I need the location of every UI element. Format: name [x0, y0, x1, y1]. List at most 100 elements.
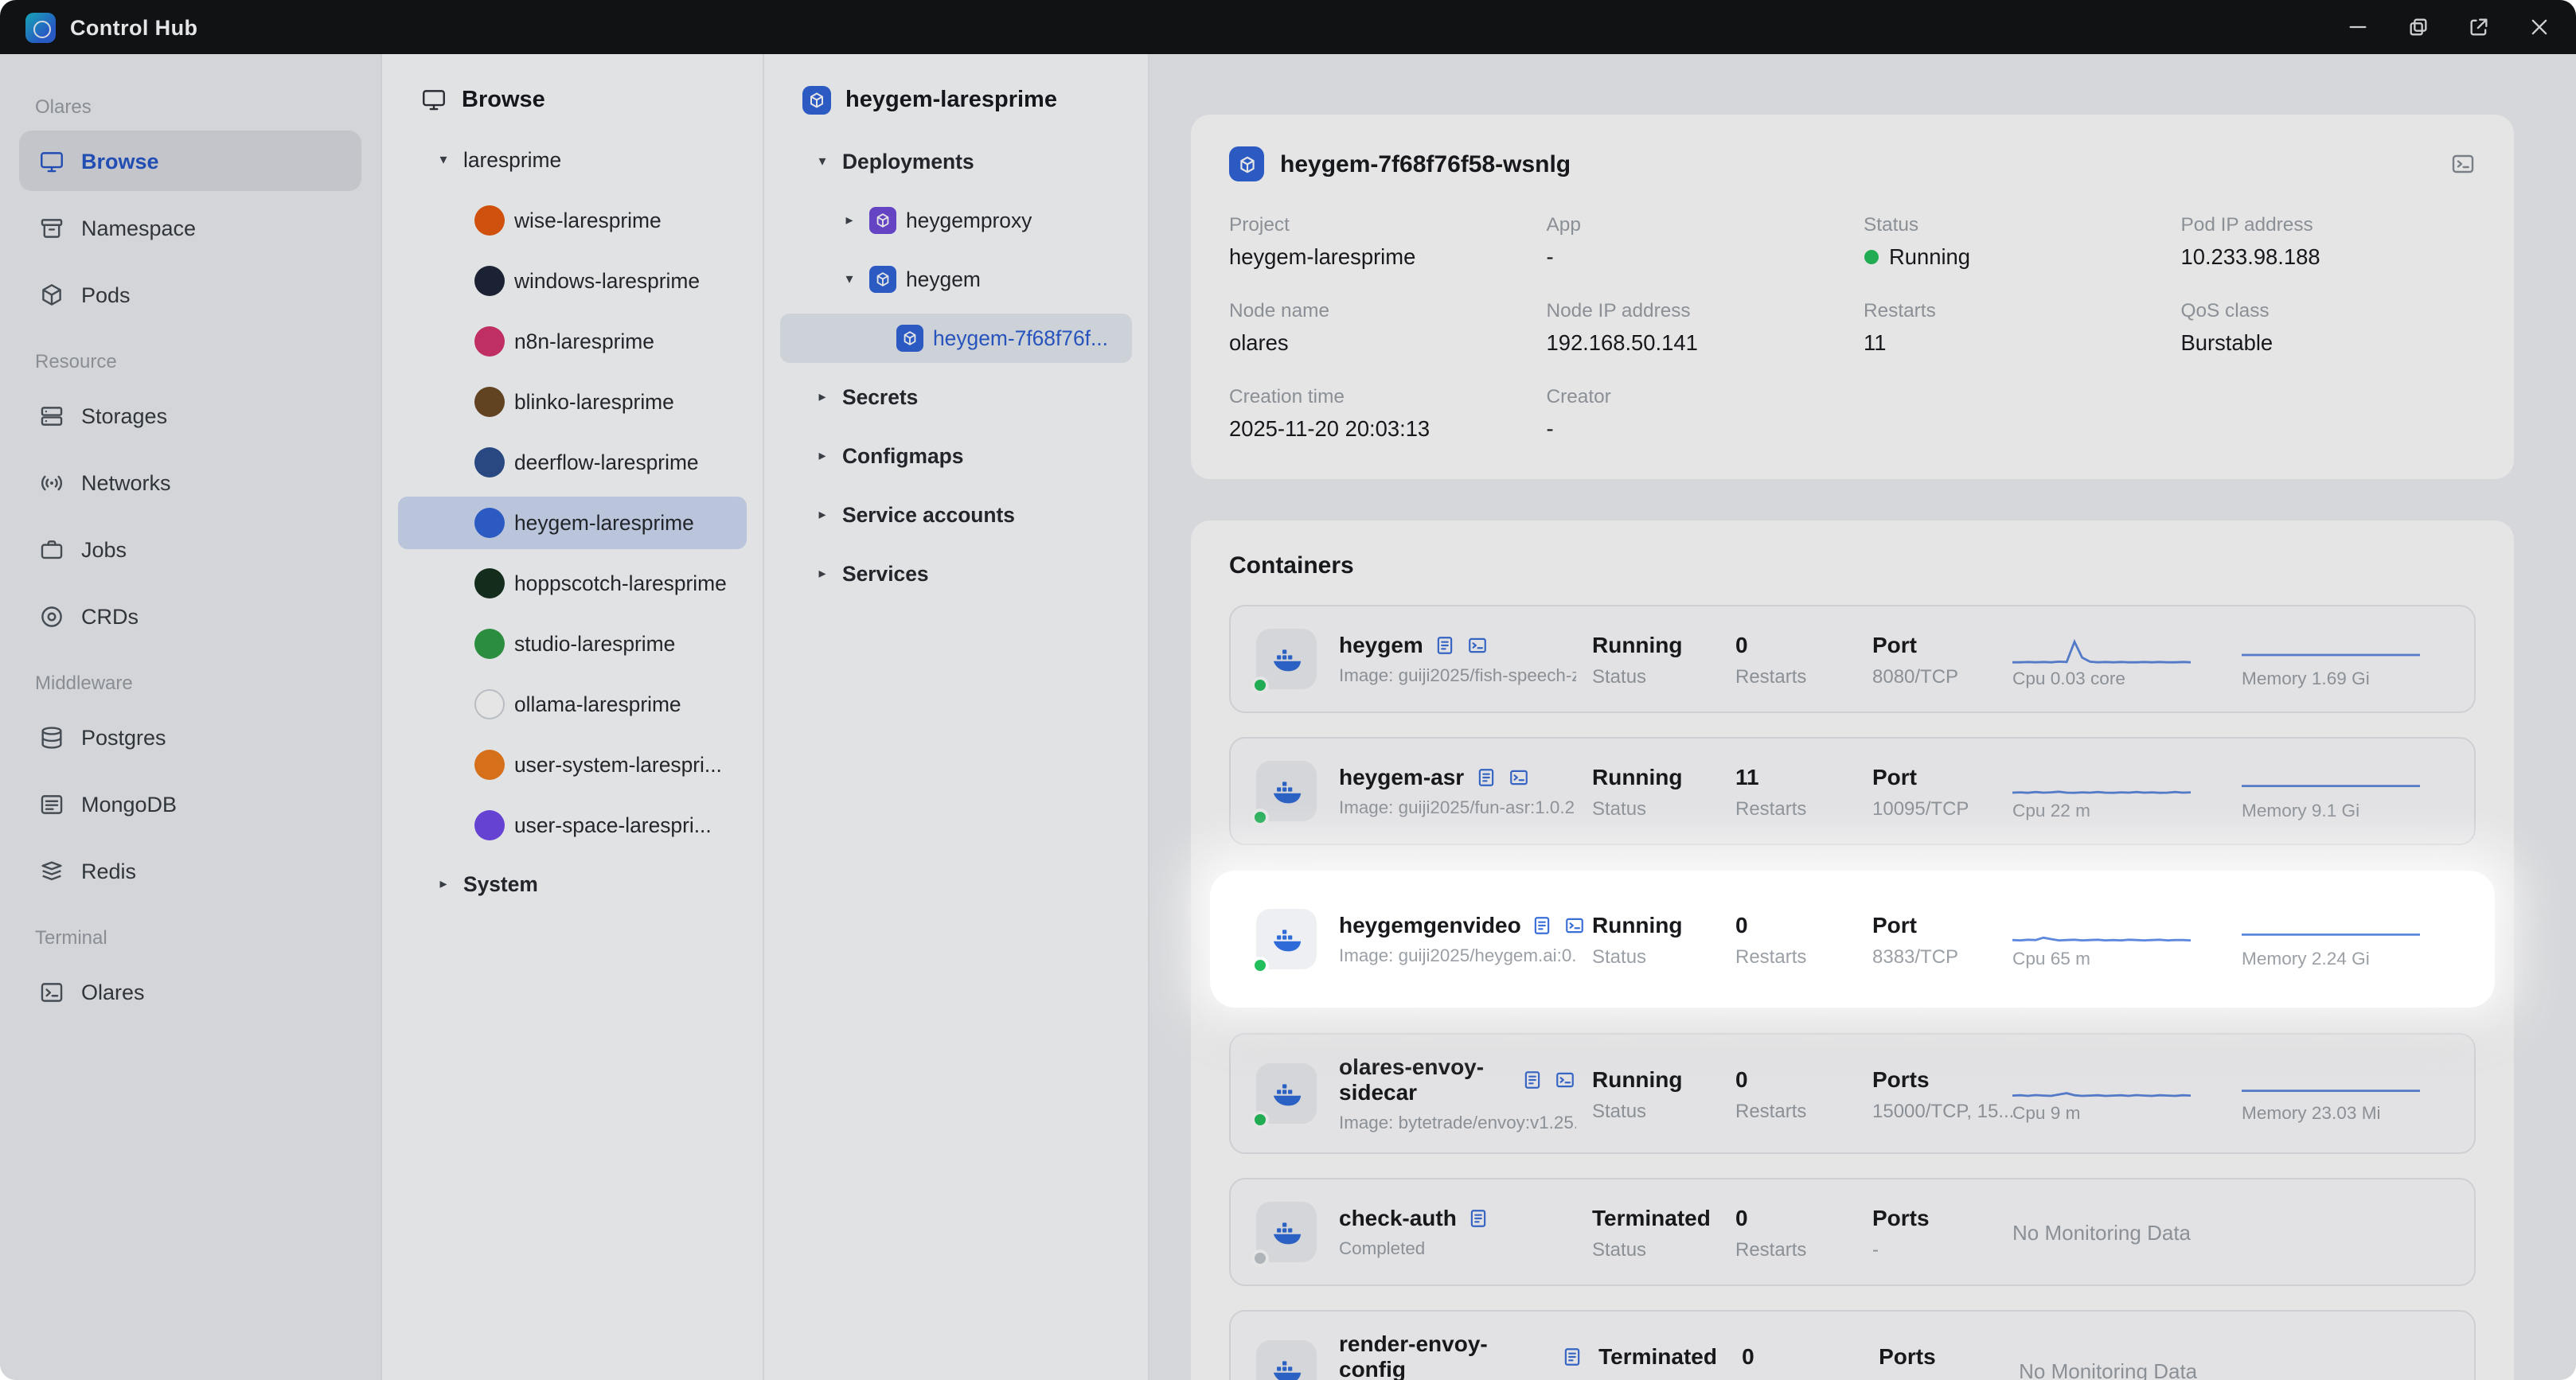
- app-tree-item[interactable]: blinko-laresprime: [398, 376, 747, 428]
- log-icon[interactable]: [1434, 634, 1455, 655]
- container-memory-label: Memory 23.03 Mi: [2242, 1104, 2381, 1123]
- resource-tree-item[interactable]: heygem-7f68f76f...: [780, 314, 1132, 363]
- sidebar-item-label: CRDs: [81, 604, 139, 628]
- log-icon[interactable]: [1475, 766, 1496, 787]
- app-tree-item[interactable]: heygem-laresprime: [398, 497, 747, 549]
- app-tree-item[interactable]: user-space-larespri...: [398, 799, 747, 852]
- app-tree-item[interactable]: user-system-larespri...: [398, 739, 747, 791]
- terminal-icon[interactable]: [1564, 914, 1587, 935]
- caret-icon[interactable]: ▸: [812, 447, 833, 465]
- app-tree-item[interactable]: n8n-laresprime: [398, 315, 747, 368]
- caret-icon[interactable]: ▸: [839, 212, 860, 229]
- resource-tree-item[interactable]: ▾ heygem: [780, 255, 1132, 304]
- resource-tree-item[interactable]: ▸ Configmaps: [780, 431, 1132, 481]
- container-row[interactable]: heygem Image: guiji2025/fish-speech-zimi…: [1229, 605, 2476, 713]
- container-row[interactable]: render-envoy-config Completed: [1229, 1310, 2476, 1380]
- window-controls: [2347, 16, 2551, 38]
- caret-icon[interactable]: ▸: [812, 565, 833, 583]
- sidebar-item[interactable]: MongoDB: [19, 774, 361, 834]
- field-label: Creation time: [1229, 385, 1345, 407]
- container-restarts: 11: [1735, 763, 1759, 789]
- app-tree-item[interactable]: wise-laresprime: [398, 194, 747, 247]
- caret-down-icon[interactable]: ▾: [433, 151, 454, 169]
- console-icon[interactable]: [2450, 151, 2476, 177]
- sidebar-item[interactable]: Olares: [19, 961, 361, 1022]
- pod-icon: [1229, 146, 1264, 181]
- field-label: Creator: [1546, 385, 1611, 407]
- resource-panel-title: heygem-laresprime: [845, 88, 1057, 113]
- app-label: n8n-laresprime: [514, 329, 654, 353]
- container-status-dot: [1251, 957, 1269, 974]
- resource-tree-label: heygemproxy: [906, 209, 1032, 232]
- namespace-tree-toggle[interactable]: ▾ laresprime: [398, 135, 747, 185]
- resource-tree-item[interactable]: ▾ Deployments: [780, 137, 1132, 186]
- caret-icon[interactable]: ▸: [812, 506, 833, 524]
- resource-tree-item[interactable]: ▸ Services: [780, 549, 1132, 598]
- resource-tree-item[interactable]: ▸ heygemproxy: [780, 196, 1132, 245]
- app-tree-item[interactable]: deerflow-laresprime: [398, 436, 747, 489]
- containers-title: Containers: [1229, 552, 1354, 579]
- caret-icon[interactable]: ▾: [812, 153, 833, 170]
- sidebar-section-items: Browse Namespace Pods: [19, 131, 361, 325]
- log-icon[interactable]: [1532, 914, 1553, 935]
- app-icon: [474, 508, 505, 538]
- log-icon[interactable]: [1562, 1346, 1583, 1366]
- container-name-block: heygem Image: guiji2025/fish-speech-zimi…: [1339, 632, 1592, 686]
- sidebar-item[interactable]: Storages: [19, 385, 361, 446]
- field-value: -: [1547, 245, 1842, 269]
- app-tree-item[interactable]: hoppscotch-laresprime: [398, 557, 747, 610]
- field-value: 10.233.98.188: [2181, 245, 2476, 269]
- minimize-button[interactable]: [2347, 16, 2369, 38]
- pod-title: heygem-7f68f76f58-wsnlg: [1280, 150, 1571, 177]
- open-external-icon: [2470, 18, 2488, 36]
- sidebar-item[interactable]: Postgres: [19, 707, 361, 767]
- app-logo-icon: [25, 12, 56, 42]
- container-row[interactable]: heygem-asr Image: guiji2025/fun-asr:1.0.…: [1229, 737, 2476, 845]
- app-tree-item[interactable]: windows-laresprime: [398, 255, 747, 307]
- container-status: Running: [1592, 631, 1683, 657]
- container-icon: [1251, 629, 1317, 694]
- open-external-button[interactable]: [2468, 16, 2490, 38]
- sidebar-item[interactable]: Redis: [19, 840, 361, 901]
- containers-card: Containers heygem Image: guiji2025/fish-…: [1191, 520, 2514, 1380]
- terminal-icon[interactable]: [1554, 1069, 1576, 1090]
- container-restarts: 0: [1735, 631, 1748, 657]
- detail-field: Project heygem-laresprime: [1229, 213, 1524, 269]
- log-icon[interactable]: [1522, 1069, 1543, 1090]
- close-button[interactable]: [2528, 16, 2551, 38]
- sidebar-item[interactable]: Browse: [19, 131, 361, 191]
- app-tree-item[interactable]: studio-laresprime: [398, 618, 747, 670]
- container-row[interactable]: check-auth Completed Terminated Status 0…: [1229, 1178, 2476, 1286]
- namespace-icon: [38, 214, 65, 241]
- caret-icon[interactable]: ▾: [839, 271, 860, 288]
- container-row[interactable]: olares-envoy-sidecar Image: bytetrade/en…: [1229, 1033, 2476, 1154]
- sidebar-item[interactable]: Networks: [19, 452, 361, 513]
- system-tree-toggle[interactable]: ▸ System: [398, 860, 747, 909]
- container-status-col: Running Status: [1592, 1066, 1735, 1121]
- resource-tree-item[interactable]: ▸ Secrets: [780, 372, 1132, 422]
- container-restarts-col: 11 Restarts: [1735, 763, 1872, 819]
- app-label: ollama-laresprime: [514, 692, 681, 716]
- app-title: Control Hub: [70, 15, 198, 39]
- caret-right-icon[interactable]: ▸: [433, 875, 454, 893]
- field-value: Running: [1864, 245, 2159, 269]
- sidebar-item[interactable]: Namespace: [19, 197, 361, 258]
- sidebar-item[interactable]: Pods: [19, 264, 361, 325]
- caret-icon[interactable]: ▸: [812, 388, 833, 406]
- resource-tree: ▾ Deployments ▸ heygemproxy ▾ heygem hey…: [780, 137, 1132, 598]
- restore-button[interactable]: [2407, 16, 2430, 38]
- container-memory-label: Memory 2.24 Gi: [2242, 949, 2370, 969]
- terminal-icon[interactable]: [1507, 766, 1529, 787]
- app-tree-item[interactable]: ollama-laresprime: [398, 678, 747, 731]
- log-icon[interactable]: [1468, 1207, 1489, 1228]
- sidebar-item-label: Pods: [81, 283, 131, 306]
- resource-tree-item[interactable]: ▸ Service accounts: [780, 490, 1132, 540]
- pod-detail-grid: Project heygem-laresprime App - Status R…: [1229, 213, 2476, 441]
- container-status: Running: [1592, 911, 1683, 937]
- app-label: studio-laresprime: [514, 632, 676, 656]
- terminal-icon[interactable]: [1466, 634, 1489, 655]
- container-row[interactable]: heygemgenvideo Image: guiji2025/heygem.a…: [1213, 874, 2492, 1004]
- sidebar-item[interactable]: CRDs: [19, 586, 361, 646]
- sidebar-item[interactable]: Jobs: [19, 519, 361, 579]
- jobs-icon: [38, 536, 65, 563]
